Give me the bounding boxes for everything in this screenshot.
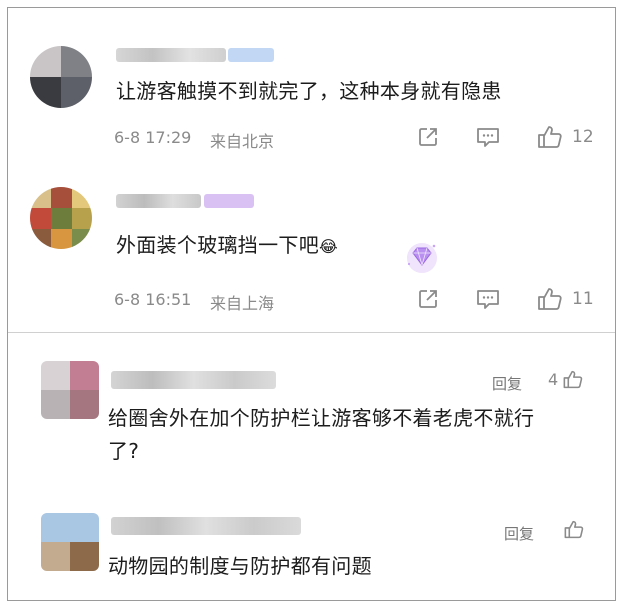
- comment-panel: 让游客触摸不到就完了，这种本身就有隐患 6-8 17:29 来自北京 12 外面…: [7, 7, 616, 601]
- comment-text: 让游客触摸不到就完了，这种本身就有隐患: [116, 79, 502, 103]
- comment-button[interactable]: [475, 287, 501, 311]
- username-blurred[interactable]: [116, 48, 226, 62]
- like-count: 11: [572, 289, 594, 309]
- like-button[interactable]: [563, 519, 585, 540]
- comment-time: 6-8 16:51: [114, 290, 192, 309]
- laughing-emoji: 😂: [319, 237, 338, 256]
- like-icon: [538, 288, 562, 310]
- reply-text-line-2: 了?: [108, 439, 140, 463]
- diamond-badge-icon: [407, 243, 437, 273]
- username-blurred[interactable]: [111, 517, 301, 535]
- vip-badge: [204, 194, 254, 208]
- comment-icon: [477, 290, 499, 309]
- comment-location: 来自上海: [210, 294, 275, 313]
- avatar[interactable]: [30, 46, 92, 108]
- like-button[interactable]: 11: [536, 286, 594, 312]
- share-icon: [419, 128, 437, 146]
- comment-time: 6-8 17:29: [114, 128, 192, 147]
- share-button[interactable]: [416, 125, 440, 149]
- reply-text: 动物园的制度与防护都有问题: [108, 554, 372, 578]
- username-blurred[interactable]: [111, 371, 276, 389]
- share-icon: [419, 290, 437, 308]
- comment-text-body: 外面装个玻璃挡一下吧: [116, 233, 319, 257]
- comment-item-1: 让游客触摸不到就完了，这种本身就有隐患 6-8 17:29 来自北京 12: [8, 8, 615, 178]
- reply-text-line-1: 给圈舍外在加个防护栏让游客够不着老虎不就行: [108, 406, 535, 430]
- reply-item-1: 回复 4 给圈舍外在加个防护栏让游客够不着老虎不就行 了?: [8, 333, 615, 483]
- like-button[interactable]: 12: [536, 124, 594, 150]
- like-icon: [538, 126, 562, 148]
- reply-button[interactable]: 回复: [492, 373, 522, 394]
- like-count: 12: [572, 127, 594, 147]
- username-blurred[interactable]: [116, 194, 201, 208]
- vip-badge: [228, 48, 274, 62]
- comment-icon: [477, 128, 499, 147]
- avatar[interactable]: [30, 187, 92, 249]
- comment-location: 来自北京: [210, 132, 275, 151]
- share-button[interactable]: [416, 287, 440, 311]
- avatar[interactable]: [41, 361, 99, 419]
- comment-text: 外面装个玻璃挡一下吧😂: [116, 230, 338, 262]
- like-button[interactable]: 4: [548, 369, 584, 390]
- comment-button[interactable]: [475, 125, 501, 149]
- like-count: 4: [548, 370, 559, 389]
- avatar[interactable]: [41, 513, 99, 571]
- reply-item-2: 回复 动物园的制度与防护都有问题: [8, 483, 615, 601]
- like-icon: [563, 370, 583, 389]
- reply-button[interactable]: 回复: [504, 523, 534, 544]
- comment-item-2: 外面装个玻璃挡一下吧😂 6-8 16:51 来自上海 11: [8, 178, 615, 333]
- like-icon: [564, 520, 584, 539]
